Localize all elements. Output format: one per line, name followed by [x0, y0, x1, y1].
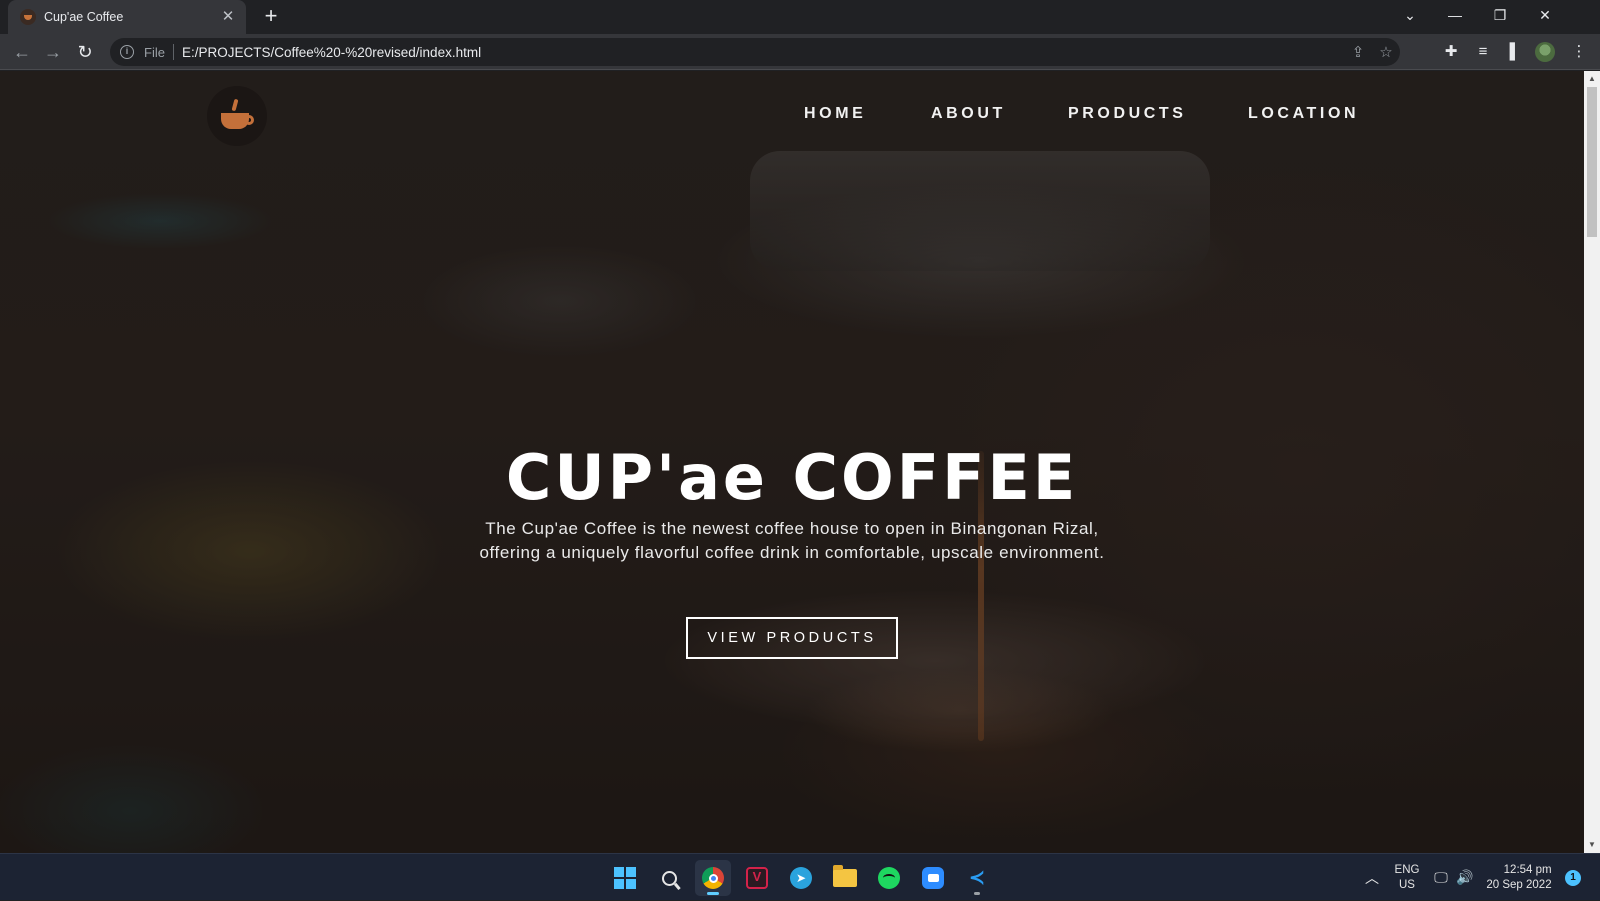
taskbar-telegram[interactable]: ➤ [783, 860, 819, 896]
clock-time: 12:54 pm [1503, 863, 1552, 876]
extensions-puzzle-icon[interactable]: ✚ [1439, 40, 1463, 64]
profile-avatar[interactable] [1535, 42, 1555, 62]
page-viewport: HOME ABOUT PRODUCTS LOCATION CUP'ae COFF… [0, 71, 1584, 853]
address-bar[interactable]: i File E:/PROJECTS/Coffee%20-%20revised/… [110, 38, 1400, 66]
clock[interactable]: 12:54 pm 20 Sep 2022 [1482, 854, 1556, 901]
browser-tab[interactable]: Cup'ae Coffee ✕ [8, 0, 246, 34]
reload-button[interactable]: ↻ [73, 40, 97, 64]
forward-button[interactable]: → [41, 40, 65, 64]
taskbar-zoom[interactable] [915, 860, 951, 896]
taskbar-search-button[interactable] [651, 860, 687, 896]
minimize-button[interactable]: — [1432, 0, 1478, 30]
coffee-favicon-icon [20, 9, 36, 25]
browser-toolbar: ← → ↻ i File E:/PROJECTS/Coffee%20-%20re… [0, 34, 1600, 70]
url-text[interactable]: E:/PROJECTS/Coffee%20-%20revised/index.h… [182, 45, 1344, 60]
hero-description: The Cup'ae Coffee is the newest coffee h… [479, 519, 1105, 562]
site-logo[interactable] [207, 86, 267, 146]
language-indicator[interactable]: ENG US [1390, 854, 1424, 901]
nav-location-link[interactable]: LOCATION [1248, 105, 1359, 123]
back-button[interactable]: ← [10, 40, 34, 64]
folder-icon [833, 865, 857, 887]
file-scheme-label: File [144, 44, 165, 60]
scroll-thumb[interactable] [1587, 87, 1597, 237]
nav-products-link[interactable]: PRODUCTS [1068, 105, 1187, 123]
restore-button[interactable]: ❐ [1477, 0, 1523, 30]
nav-about-link[interactable]: ABOUT [931, 105, 1006, 123]
vscode-icon: ≺ [968, 867, 986, 889]
hero-title: CUP'ae COFFEE [505, 441, 1079, 514]
clock-date: 20 Sep 2022 [1486, 878, 1552, 891]
tab-title: Cup'ae Coffee [44, 10, 124, 24]
language-region: US [1399, 878, 1415, 891]
spotify-icon [878, 867, 900, 889]
taskbar-chrome[interactable] [695, 860, 731, 896]
side-panel-icon[interactable]: ▌ [1503, 40, 1527, 64]
taskbar-spotify[interactable] [871, 860, 907, 896]
network-icon[interactable]: 🖵 [1430, 854, 1452, 901]
site-info-icon[interactable]: i [120, 45, 134, 59]
chrome-icon [702, 867, 724, 889]
notification-center[interactable]: 1 [1564, 854, 1582, 901]
scroll-up-arrow-icon[interactable]: ▲ [1584, 71, 1600, 87]
vivaldi-icon: V [746, 867, 768, 889]
tab-search-chevron-icon[interactable]: ⌄ [1387, 0, 1433, 30]
zoom-camera-icon [922, 867, 944, 889]
volume-icon[interactable]: 🔊 [1454, 854, 1476, 901]
scroll-down-arrow-icon[interactable]: ▼ [1584, 837, 1600, 853]
start-button[interactable] [607, 860, 643, 896]
menu-kebab-icon[interactable]: ⋮ [1567, 40, 1591, 64]
new-tab-button[interactable]: + [259, 5, 283, 29]
windows-taskbar: V ➤ ≺ ︿ ENG US 🖵 🔊 12:54 pm 20 Sep 2022 … [0, 853, 1600, 900]
language-code: ENG [1394, 863, 1420, 876]
taskbar-vscode[interactable]: ≺ [959, 860, 995, 896]
show-hidden-icons-chevron-icon[interactable]: ︿ [1360, 854, 1384, 901]
view-products-button[interactable]: VIEW PRODUCTS [686, 617, 898, 659]
telegram-icon: ➤ [790, 867, 812, 889]
omnibox-divider [172, 44, 174, 60]
close-window-button[interactable]: ✕ [1522, 0, 1568, 30]
browser-titlebar: Cup'ae Coffee ✕ + ⌄ — ❐ ✕ [0, 0, 1600, 34]
taskbar-vivaldi[interactable]: V [739, 860, 775, 896]
share-icon[interactable]: ⇪ [1344, 43, 1372, 61]
page-scrollbar[interactable]: ▲ ▼ [1584, 71, 1600, 853]
bookmark-star-icon[interactable]: ☆ [1372, 43, 1400, 61]
close-tab-icon[interactable]: ✕ [220, 9, 236, 25]
notification-badge: 1 [1565, 869, 1581, 886]
search-icon [661, 870, 677, 886]
nav-home-link[interactable]: HOME [804, 105, 866, 123]
taskbar-file-explorer[interactable] [827, 860, 863, 896]
reading-list-icon[interactable]: ≡ [1471, 40, 1495, 64]
coffee-cup-logo-icon [218, 98, 256, 133]
windows-logo-icon [614, 867, 636, 889]
